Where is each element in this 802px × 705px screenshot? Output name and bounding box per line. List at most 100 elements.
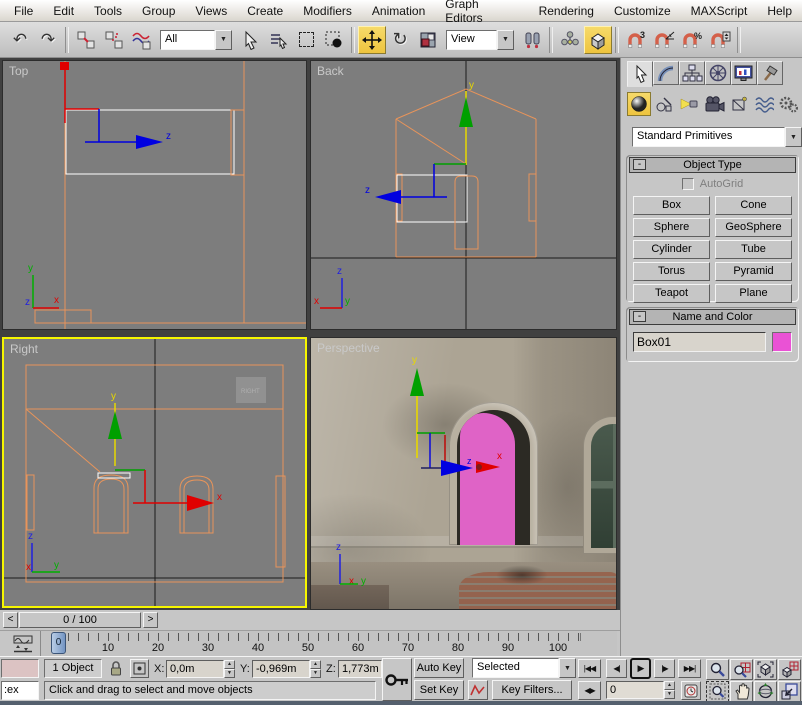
geometry-category-button[interactable]	[627, 92, 651, 116]
auto-key-button[interactable]: Auto Key	[414, 658, 464, 678]
frame-ruler[interactable]: 0 10 20 30 40 50 60 70 80 90 100 0	[40, 631, 617, 656]
torus-button[interactable]: Torus	[633, 262, 710, 281]
viewport-perspective[interactable]: y z x z x y	[310, 337, 617, 610]
dropdown-arrow-icon[interactable]: ▼	[497, 30, 514, 50]
tab-motion[interactable]	[705, 61, 731, 85]
geosphere-button[interactable]: GeoSphere	[715, 218, 792, 237]
menu-tools[interactable]: Tools	[84, 0, 132, 21]
z-coord-field[interactable]	[339, 661, 381, 677]
tab-utilities[interactable]	[757, 61, 783, 85]
angle-snap-button[interactable]	[650, 26, 678, 54]
dropdown-arrow-icon[interactable]: ▼	[785, 127, 802, 147]
frame-spinner[interactable]: ▲▼	[664, 681, 675, 699]
cameras-category-button[interactable]	[702, 92, 726, 116]
menu-edit[interactable]: Edit	[43, 0, 84, 21]
select-and-manipulate-button[interactable]	[556, 26, 584, 54]
object-type-rollout-header[interactable]: - Object Type	[629, 157, 796, 173]
object-color-swatch[interactable]	[772, 332, 792, 352]
select-object-button[interactable]	[236, 26, 264, 54]
menu-create[interactable]: Create	[237, 0, 293, 21]
x-coord-field[interactable]	[167, 661, 223, 677]
menu-help[interactable]: Help	[757, 0, 802, 21]
y-coord-field[interactable]	[253, 661, 309, 677]
arc-rotate-button[interactable]	[754, 681, 777, 702]
snaps-toggle-button[interactable]	[584, 26, 612, 54]
maxscript-listener[interactable]: :ex	[1, 681, 39, 700]
bind-to-space-warp-button[interactable]	[128, 26, 156, 54]
collapse-icon[interactable]: -	[633, 159, 646, 170]
viewport-top[interactable]: Top z y	[2, 60, 307, 330]
default-tangent-button[interactable]	[468, 680, 488, 700]
previous-frame-button[interactable]: ◀|	[606, 659, 627, 678]
sphere-button[interactable]: Sphere	[633, 218, 710, 237]
zoom-all-button[interactable]	[730, 659, 753, 680]
use-pivot-point-center-button[interactable]	[518, 26, 546, 54]
y-coord-spinner[interactable]: ▲▼	[310, 660, 321, 678]
pyramid-button[interactable]: Pyramid	[715, 262, 792, 281]
cone-button[interactable]: Cone	[715, 196, 792, 215]
time-slider-handle-button[interactable]: 0 / 100	[19, 612, 141, 628]
selection-lock-button[interactable]	[108, 660, 124, 680]
primitives-category-dropdown[interactable]: Standard Primitives ▼	[632, 127, 802, 147]
cylinder-button[interactable]: Cylinder	[633, 240, 710, 259]
absolute-mode-transform-button[interactable]	[130, 659, 149, 678]
menu-views[interactable]: Views	[185, 0, 237, 21]
maxscript-macro-recorder[interactable]	[1, 659, 39, 678]
key-filter-selection-dropdown[interactable]: Selected ▼	[472, 658, 576, 678]
move-gizmo[interactable]: z	[60, 62, 171, 149]
play-button[interactable]: ▶	[630, 658, 651, 679]
open-mini-curve-editor-button[interactable]	[10, 633, 36, 654]
name-and-color-rollout-header[interactable]: - Name and Color	[629, 309, 796, 325]
shapes-category-button[interactable]	[652, 92, 676, 116]
select-and-link-button[interactable]	[72, 26, 100, 54]
menu-animation[interactable]: Animation	[362, 0, 435, 21]
zoom-extents-button[interactable]	[754, 659, 777, 680]
tab-modify[interactable]	[653, 61, 679, 85]
plane-button[interactable]: Plane	[715, 284, 792, 303]
snap-3d-button[interactable]: 3	[622, 26, 650, 54]
select-and-move-button[interactable]	[358, 26, 386, 54]
menu-rendering[interactable]: Rendering	[529, 0, 604, 21]
tab-hierarchy[interactable]	[679, 61, 705, 85]
menu-maxscript[interactable]: MAXScript	[681, 0, 758, 21]
tab-display[interactable]	[731, 61, 757, 85]
select-by-name-button[interactable]	[264, 26, 292, 54]
menu-file[interactable]: File	[4, 0, 43, 21]
rectangular-selection-region-button[interactable]	[292, 26, 320, 54]
space-warps-category-button[interactable]	[752, 92, 776, 116]
viewport-back[interactable]: Back y	[310, 60, 617, 330]
set-keys-button[interactable]	[382, 658, 412, 701]
x-coord-spinner[interactable]: ▲▼	[224, 660, 235, 678]
spinner-snap-button[interactable]	[706, 26, 734, 54]
window-crossing-button[interactable]	[320, 26, 348, 54]
current-frame-marker[interactable]: 0	[51, 632, 66, 654]
zoom-button[interactable]	[706, 659, 729, 680]
menu-customize[interactable]: Customize	[604, 0, 681, 21]
lights-category-button[interactable]	[677, 92, 701, 116]
collapse-icon[interactable]: -	[633, 311, 646, 322]
teapot-button[interactable]: Teapot	[633, 284, 710, 303]
autogrid-checkbox[interactable]	[682, 178, 694, 190]
selected-box-wireframe[interactable]	[397, 175, 467, 222]
key-mode-toggle-button[interactable]: ◀▶	[578, 681, 601, 700]
menu-modifiers[interactable]: Modifiers	[293, 0, 362, 21]
menu-group[interactable]: Group	[132, 0, 185, 21]
pan-button[interactable]	[730, 681, 753, 702]
object-name-field[interactable]	[634, 333, 765, 351]
menu-graph-editors[interactable]: Graph Editors	[435, 0, 528, 21]
min-max-toggle-button[interactable]	[778, 681, 801, 702]
time-slider-prev-button[interactable]: <	[3, 612, 18, 628]
set-key-button[interactable]: Set Key	[414, 680, 464, 700]
region-zoom-button[interactable]	[706, 681, 729, 702]
move-gizmo[interactable]: y z x	[410, 355, 502, 476]
move-gizmo[interactable]: y z	[365, 80, 474, 204]
select-and-scale-button[interactable]	[414, 26, 442, 54]
viewport-right-active[interactable]: Right RIGHT y	[2, 337, 307, 608]
tube-button[interactable]: Tube	[715, 240, 792, 259]
tab-create[interactable]	[627, 61, 653, 87]
time-configuration-button[interactable]	[681, 681, 701, 700]
unlink-button[interactable]	[100, 26, 128, 54]
time-slider-next-button[interactable]: >	[143, 612, 158, 628]
dropdown-arrow-icon[interactable]: ▼	[559, 658, 576, 678]
zoom-extents-all-button[interactable]	[778, 659, 801, 680]
